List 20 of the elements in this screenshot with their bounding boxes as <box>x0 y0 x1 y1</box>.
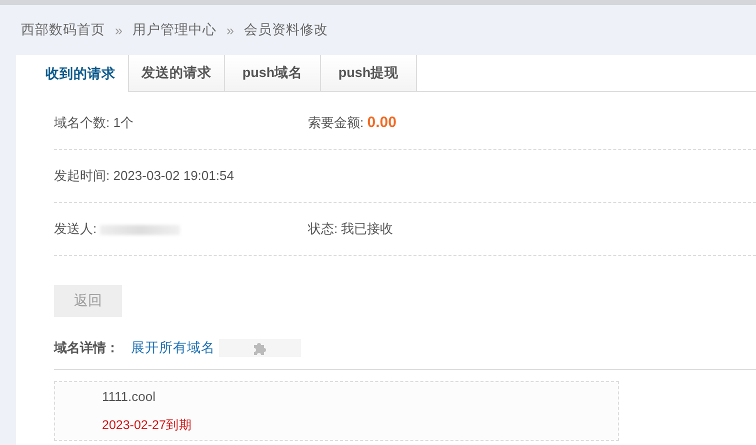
amount-value: 0.00 <box>367 114 396 131</box>
expiry-date: 2023-02-27到期 <box>102 416 193 434</box>
tab[interactable]: push提现 <box>321 55 417 91</box>
tab[interactable]: 收到的请求 <box>33 55 129 92</box>
breadcrumb-link[interactable]: 会员资料修改 <box>244 21 328 39</box>
tab[interactable]: 发送的请求 <box>129 55 225 91</box>
breadcrumb-separator: » <box>226 22 234 38</box>
details-label: 域名详情： <box>54 339 119 357</box>
info-text: 状态: 我已接收 <box>308 221 394 236</box>
sender-label: 发送人: <box>54 221 98 236</box>
breadcrumb-link[interactable]: 西部数码首页 <box>21 21 105 39</box>
breadcrumb-link[interactable]: 用户管理中心 <box>132 21 217 39</box>
info-text: 域名个数: 1个 <box>54 115 134 130</box>
domain-name: 1111.cool <box>102 388 156 404</box>
info-text: 发起时间: 2023-03-02 19:01:54 <box>54 168 234 183</box>
puzzle-icon <box>252 340 268 356</box>
tab[interactable]: push域名 <box>225 55 321 91</box>
expand-all-link[interactable]: 展开所有域名 <box>131 339 215 357</box>
breadcrumb-separator: » <box>115 22 123 38</box>
amount-label: 索要金额: <box>308 115 365 130</box>
